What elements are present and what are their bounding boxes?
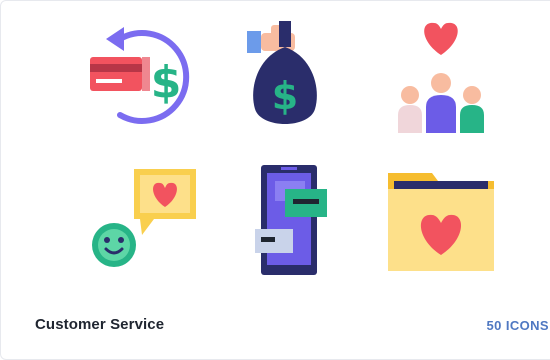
svg-text:$: $ [272,74,298,118]
card-footer: Customer Service 50 ICONS [1,301,550,353]
favorite-folder-icon [376,159,506,279]
mobile-chat-icon [227,159,357,279]
icon-pack-card[interactable]: $ $ Customer Service 50 ICONS [0,0,550,360]
card-refund-icon: $ [76,17,206,137]
customer-love-icon [376,17,506,137]
icon-preview-grid[interactable]: $ $ [1,1,550,291]
pack-title[interactable]: Customer Service [35,316,164,333]
svg-text:$: $ [151,57,182,108]
money-bag-icon: $ [227,17,357,137]
icon-count-link[interactable]: 50 ICONS [487,318,549,333]
happy-chat-icon [76,159,206,279]
